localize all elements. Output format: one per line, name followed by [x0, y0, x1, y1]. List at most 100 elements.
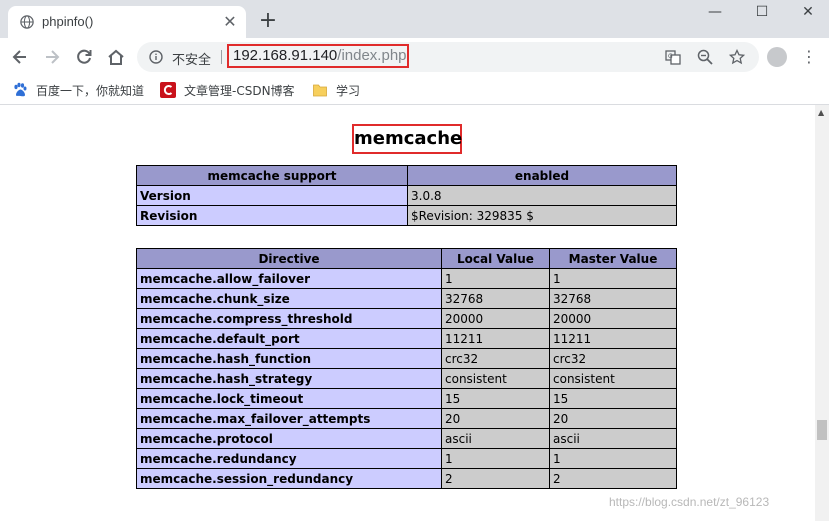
- master-value-cell: crc32: [549, 348, 677, 369]
- table-row: Version 3.0.8: [136, 185, 677, 206]
- memcache-directive-table: Directive Local Value Master Value memca…: [136, 248, 677, 489]
- tab-phpinfo[interactable]: phpinfo() ✕: [8, 6, 246, 38]
- arrow-right-icon[interactable]: [42, 47, 62, 67]
- master-value-cell: 15: [549, 388, 677, 409]
- table-header-row: memcache support enabled: [136, 165, 677, 186]
- header-cell: Master Value: [549, 248, 677, 269]
- value-cell: $Revision: 329835 $: [407, 205, 677, 226]
- vertical-scrollbar[interactable]: ▲: [815, 105, 829, 521]
- directive-name-cell: memcache.lock_timeout: [136, 388, 442, 409]
- key-cell: Version: [136, 185, 408, 206]
- bookmark-csdn[interactable]: 文章管理-CSDN博客: [160, 81, 295, 99]
- svg-text:G: G: [668, 53, 673, 60]
- memcache-support-table: memcache support enabled Version 3.0.8 R…: [136, 165, 677, 226]
- baidu-paw-icon: [14, 82, 27, 97]
- table-row: memcache.allow_failover 1 1: [136, 268, 677, 289]
- master-value-cell: 20: [549, 408, 677, 429]
- scroll-up-icon[interactable]: ▲: [818, 108, 824, 117]
- local-value-cell: 11211: [441, 328, 550, 349]
- local-value-cell: 20: [441, 408, 550, 429]
- scroll-thumb[interactable]: [817, 420, 827, 440]
- table-row: memcache.compress_threshold 20000 20000: [136, 308, 677, 329]
- header-cell: memcache support: [136, 165, 408, 186]
- master-value-cell: 20000: [549, 308, 677, 329]
- directive-name-cell: memcache.chunk_size: [136, 288, 442, 309]
- table-row: memcache.hash_function crc32 crc32: [136, 348, 677, 369]
- table-row: memcache.redundancy 1 1: [136, 448, 677, 469]
- address-bar[interactable]: 不安全 192.168.91.140/index.php G: [137, 42, 759, 72]
- bookmark-baidu[interactable]: 百度一下，你就知道: [12, 81, 144, 99]
- key-cell: Revision: [136, 205, 408, 226]
- zoom-out-icon[interactable]: [697, 49, 713, 65]
- bookmarks-bar: 百度一下，你就知道 文章管理-CSDN博客 学习: [0, 76, 829, 105]
- directive-name-cell: memcache.hash_strategy: [136, 368, 442, 389]
- watermark: https://blog.csdn.net/zt_96123: [609, 495, 770, 509]
- csdn-logo-icon: [160, 82, 176, 98]
- table-row: memcache.hash_strategy consistent consiste…: [136, 368, 677, 389]
- table-header-row: Directive Local Value Master Value: [136, 248, 677, 269]
- master-value-cell: 1: [549, 268, 677, 289]
- url-host: 192.168.91.140: [233, 47, 338, 64]
- header-cell: enabled: [407, 165, 677, 186]
- bookmark-label: 学习: [336, 83, 361, 98]
- local-value-cell: 20000: [441, 308, 550, 329]
- local-value-cell: 32768: [441, 288, 550, 309]
- master-value-cell: ascii: [549, 428, 677, 449]
- header-cell: Local Value: [441, 248, 550, 269]
- tab-title: phpinfo(): [42, 14, 94, 29]
- info-icon[interactable]: [149, 50, 163, 64]
- folder-icon: [313, 84, 327, 97]
- bookmark-label: 文章管理-CSDN博客: [184, 83, 295, 98]
- tab-strip: phpinfo() ✕ + — ☐ ✕: [0, 0, 829, 38]
- directive-name-cell: memcache.hash_function: [136, 348, 442, 369]
- star-icon[interactable]: [729, 49, 745, 65]
- directive-table-body: memcache.allow_failover 1 1 memcache.chunk_…: [136, 268, 677, 489]
- table-row: Revision $Revision: 329835 $: [136, 205, 677, 226]
- browser-toolbar: 不安全 192.168.91.140/index.php G ⋮: [0, 38, 829, 76]
- translate-icon[interactable]: G: [665, 49, 681, 65]
- bookmark-label: 百度一下，你就知道: [36, 83, 145, 98]
- header-cell: Directive: [136, 248, 442, 269]
- directive-name-cell: memcache.redundancy: [136, 448, 442, 469]
- menu-icon[interactable]: ⋮: [801, 47, 817, 67]
- table-row: memcache.protocol ascii ascii: [136, 428, 677, 449]
- table-row: memcache.lock_timeout 15 15: [136, 388, 677, 409]
- local-value-cell: crc32: [441, 348, 550, 369]
- url-text[interactable]: 192.168.91.140/index.php: [227, 44, 409, 68]
- directive-name-cell: memcache.allow_failover: [136, 268, 442, 289]
- directive-name-cell: memcache.compress_threshold: [136, 308, 442, 329]
- bookmark-folder-study[interactable]: 学习: [312, 81, 360, 99]
- avatar-icon[interactable]: [767, 47, 787, 67]
- url-path: /index.php: [337, 47, 407, 64]
- master-value-cell: 1: [549, 448, 677, 469]
- section-title: memcache: [352, 124, 462, 154]
- security-label[interactable]: 不安全: [172, 49, 211, 68]
- directive-name-cell: memcache.max_failover_attempts: [136, 408, 442, 429]
- value-cell: 3.0.8: [407, 185, 677, 206]
- table-row: memcache.default_port 11211 11211: [136, 328, 677, 349]
- local-value-cell: consistent: [441, 368, 550, 389]
- window-maximize-button[interactable]: ☐: [739, 0, 785, 24]
- directive-name-cell: memcache.session_redundancy: [136, 468, 442, 489]
- local-value-cell: 2: [441, 468, 550, 489]
- globe-icon: [20, 15, 34, 29]
- window-close-button[interactable]: ✕: [785, 0, 829, 24]
- local-value-cell: ascii: [441, 428, 550, 449]
- table-row: memcache.session_redundancy 2 2: [136, 468, 677, 489]
- home-icon[interactable]: [106, 47, 126, 67]
- table-row: memcache.chunk_size 32768 32768: [136, 288, 677, 309]
- master-value-cell: 32768: [549, 288, 677, 309]
- new-tab-button[interactable]: +: [258, 10, 278, 32]
- master-value-cell: consistent: [549, 368, 677, 389]
- arrow-left-icon[interactable]: [10, 47, 30, 67]
- master-value-cell: 2: [549, 468, 677, 489]
- local-value-cell: 1: [441, 448, 550, 469]
- local-value-cell: 1: [441, 268, 550, 289]
- directive-name-cell: memcache.default_port: [136, 328, 442, 349]
- page-content: memcache memcache support enabled Versio…: [0, 105, 815, 521]
- reload-icon[interactable]: [74, 47, 94, 67]
- directive-name-cell: memcache.protocol: [136, 428, 442, 449]
- window-minimize-button[interactable]: —: [692, 0, 738, 24]
- local-value-cell: 15: [441, 388, 550, 409]
- tab-close-icon[interactable]: ✕: [222, 14, 238, 30]
